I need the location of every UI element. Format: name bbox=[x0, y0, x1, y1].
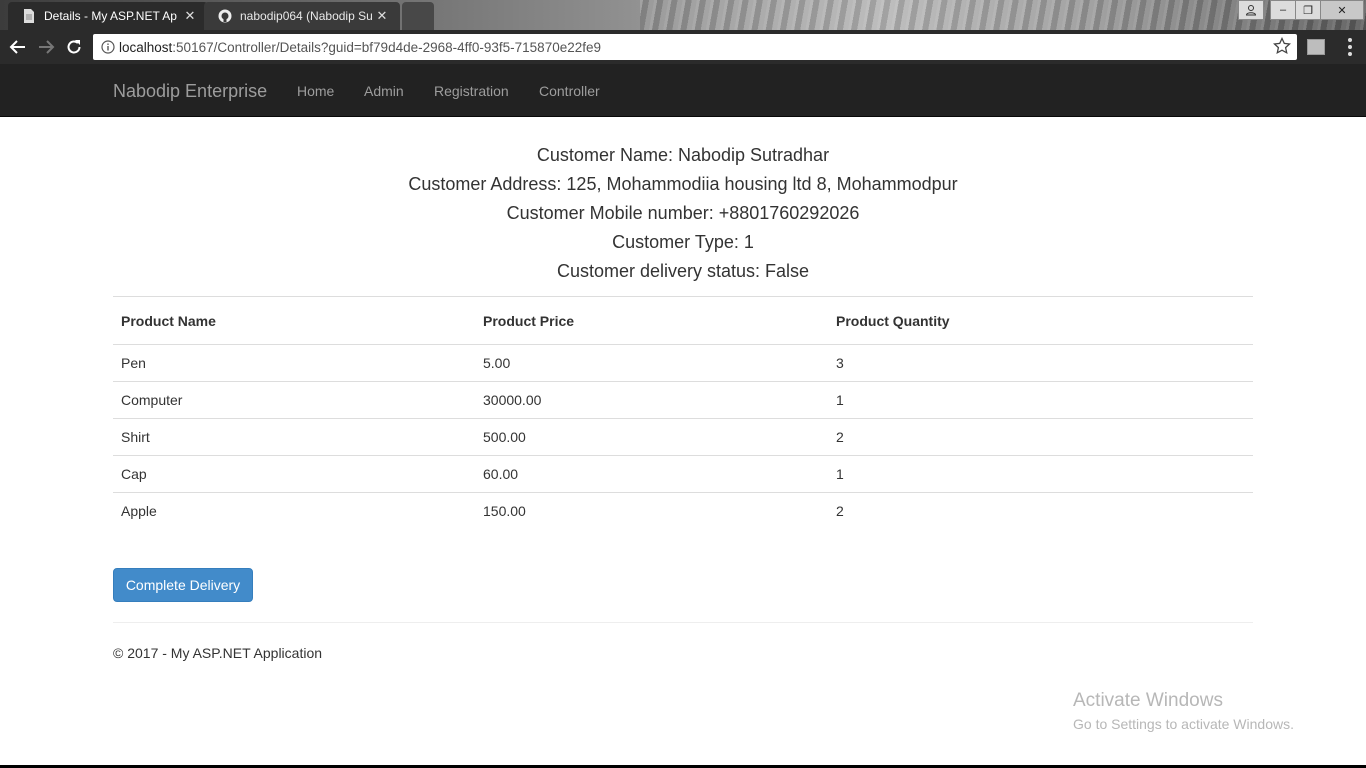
nav-link-admin[interactable]: Admin bbox=[364, 83, 404, 99]
customer-delivery-status: Customer delivery status: False bbox=[556, 261, 810, 281]
customer-info: Customer Name: Nabodip Sutradhar Custome… bbox=[113, 142, 1253, 287]
footer-divider bbox=[113, 622, 1253, 623]
browser-menu-icon[interactable] bbox=[1340, 36, 1360, 58]
product-quantity-cell: 1 bbox=[828, 455, 1253, 493]
table-row: Shirt 500.00 2 bbox=[113, 418, 1253, 456]
column-header-product-price: Product Price bbox=[475, 296, 828, 345]
product-name-cell: Computer bbox=[113, 381, 475, 419]
table-header-row: Product Name Product Price Product Quant… bbox=[113, 296, 1253, 345]
nav-link-home[interactable]: Home bbox=[297, 83, 334, 99]
customer-mobile: Customer Mobile number: +8801760292026 bbox=[506, 203, 860, 223]
product-quantity-cell: 3 bbox=[836, 355, 844, 371]
tab-close-icon[interactable]: ✕ bbox=[374, 8, 390, 24]
github-icon bbox=[218, 9, 232, 23]
column-header-product-quantity: Product Quantity bbox=[828, 296, 1253, 345]
info-icon[interactable] bbox=[97, 40, 119, 54]
browser-toolbar: localhost:50167/Controller/Details?guid=… bbox=[0, 30, 1366, 64]
site-navbar: Nabodip Enterprise Home Admin Registrati… bbox=[0, 64, 1366, 117]
product-price-cell: 30000.00 bbox=[475, 381, 828, 419]
complete-delivery-button[interactable]: Complete Delivery bbox=[113, 568, 253, 602]
bookmark-star-icon[interactable] bbox=[1273, 36, 1291, 58]
maximize-button[interactable]: ❐ bbox=[1295, 0, 1321, 20]
document-icon bbox=[22, 9, 36, 23]
column-header-product-name: Product Name bbox=[113, 296, 475, 345]
address-bar[interactable]: localhost:50167/Controller/Details?guid=… bbox=[93, 34, 1297, 60]
url-host: localhost bbox=[119, 39, 173, 55]
table-row: Apple 150.00 2 bbox=[113, 492, 1253, 530]
product-name-cell: Apple bbox=[113, 492, 475, 530]
forward-arrow-icon[interactable] bbox=[34, 35, 58, 59]
brand-link[interactable]: Nabodip Enterprise bbox=[113, 81, 267, 102]
nav-link-registration[interactable]: Registration bbox=[434, 83, 509, 99]
product-quantity-cell: 2 bbox=[828, 492, 1253, 530]
product-price-cell: 150.00 bbox=[475, 492, 828, 530]
user-profile-icon[interactable] bbox=[1238, 0, 1264, 20]
extension-icon[interactable] bbox=[1307, 39, 1325, 55]
customer-type: Customer Type: 1 bbox=[612, 232, 754, 252]
url-path: :50167/Controller/Details?guid=bf79d4de-… bbox=[172, 39, 602, 55]
product-price-cell: 500.00 bbox=[475, 418, 828, 456]
customer-address: Customer Address: 125, Mohammodiia housi… bbox=[408, 174, 958, 194]
product-name-cell: Shirt bbox=[113, 418, 475, 456]
products-table: Product Name Product Price Product Quant… bbox=[113, 296, 1253, 530]
close-window-button[interactable]: ✕ bbox=[1320, 0, 1364, 20]
table-row: Computer 30000.00 1 bbox=[113, 381, 1253, 419]
tab-label: Details - My ASP.NET Ap bbox=[44, 9, 177, 23]
customer-name: Customer Name: Nabodip Sutradhar bbox=[536, 145, 830, 165]
table-row: Cap 60.00 1 bbox=[113, 455, 1253, 493]
tab-details[interactable]: Details - My ASP.NET Ap ✕ bbox=[8, 2, 208, 30]
table-row: Pen 5.00 3 bbox=[113, 345, 1253, 382]
watermark-subtitle: Go to Settings to activate Windows. bbox=[1073, 716, 1294, 732]
minimize-button[interactable]: ‒ bbox=[1270, 0, 1296, 20]
watermark-title: Activate Windows bbox=[1073, 690, 1223, 711]
product-name-cell: Cap bbox=[113, 455, 475, 493]
footer-copyright: © 2017 - My ASP.NET Application bbox=[113, 645, 323, 661]
activate-windows-watermark: Activate Windows Go to Settings to activ… bbox=[1073, 690, 1294, 734]
browser-titlebar: Details - My ASP.NET Ap ✕ nabodip064 (Na… bbox=[0, 0, 1366, 30]
new-tab-button[interactable] bbox=[402, 2, 434, 30]
product-name-cell: Pen bbox=[121, 355, 146, 371]
tab-github[interactable]: nabodip064 (Nabodip Su ✕ bbox=[204, 2, 400, 30]
product-quantity-cell: 1 bbox=[828, 381, 1253, 419]
back-arrow-icon[interactable] bbox=[6, 35, 30, 59]
nav-link-controller[interactable]: Controller bbox=[539, 83, 600, 99]
product-price-cell: 5.00 bbox=[483, 355, 511, 371]
tab-close-icon[interactable]: ✕ bbox=[182, 8, 198, 24]
tab-label: nabodip064 (Nabodip Su bbox=[240, 9, 373, 23]
product-quantity-cell: 2 bbox=[828, 418, 1253, 456]
reload-icon[interactable] bbox=[62, 35, 86, 59]
product-price-cell: 60.00 bbox=[475, 455, 828, 493]
